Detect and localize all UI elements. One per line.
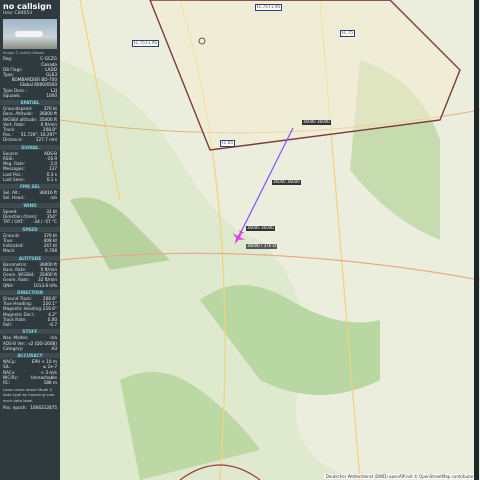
map-attribution[interactable]: Deutscher Wetterdienst (DWD) openAIP.net… (323, 474, 478, 479)
field-value: -34 / -57 °C (32, 219, 57, 225)
field-value: -0.7 (48, 321, 57, 327)
detail-row: Category: A3 (0, 346, 60, 351)
field-value: 186 m (43, 379, 57, 385)
plane-image (15, 31, 43, 38)
panel-scrollbar[interactable] (474, 0, 479, 480)
field-value: 1000 (46, 92, 57, 98)
field-value: BOMBARDIER BD-700 Global 6000/6500 (11, 77, 57, 88)
section-header[interactable]: ACCURACY (0, 352, 60, 359)
aircraft-photo[interactable] (3, 19, 57, 50)
info-row: Squawk: 1000 (0, 93, 60, 98)
field-value: n/a (50, 195, 57, 201)
field-label: Distance: (3, 137, 23, 143)
pos-epoch-row: Pos. epoch: 1666212875 (3, 404, 57, 410)
info-rows: Reg: C-GCZG Canada DB Flags: LADD Type: GL63 BO… (0, 56, 60, 98)
detail-row: Distance: 127.7 nmi (0, 137, 60, 142)
field-label: TAT / OAT: (3, 219, 24, 225)
detail-row: Sel. Head.: n/a (0, 195, 60, 200)
field-value: 0.1 s (46, 176, 57, 182)
field-label: Squawk: (3, 92, 21, 98)
field-value: 0.708 (45, 248, 57, 254)
info-row: BOMBARDIER BD-700 Global 6000/6500 (0, 77, 60, 87)
trail-label: 36000 36000 (272, 179, 301, 185)
field-label: Mach: (3, 248, 16, 254)
detail-row: TAT / OAT: -34 / -57 °C (0, 219, 60, 224)
airspace-label: FL 65 (220, 140, 235, 147)
trail-label: 36000 36000 (246, 225, 275, 231)
detail-row: QNH: 1013.6 hPa (0, 283, 60, 288)
section-header[interactable]: FMS SEL (0, 184, 60, 190)
section-header[interactable]: STUFF (0, 329, 60, 335)
detail-row: Mach: 0.708 (0, 248, 60, 253)
section-header[interactable]: WIND (0, 202, 60, 208)
airspace-label: FL 75 (340, 30, 355, 37)
section-header[interactable]: SPEED (0, 226, 60, 232)
detail-sections: SPATIAL Groundspeed: 376 kt Baro. Altitude:… (0, 100, 60, 385)
field-label: QNH: (3, 282, 14, 288)
field-label: Roll: (3, 321, 13, 327)
field-label: RC: (3, 379, 11, 385)
map-view[interactable]: 36000 36000 36000 36000 36000 36000 3600… (60, 0, 480, 480)
airspace-label: FL 75 FL 95 (255, 4, 283, 11)
field-value: 1013.6 hPa (33, 282, 57, 288)
detail-row: Last Seen: 0.1 s (0, 177, 60, 182)
field-value: 127.7 nmi (35, 137, 57, 143)
airspace-label: FL 75 FL 95 (132, 40, 160, 47)
trail-label: 36000 36000 (302, 119, 331, 125)
field-label: Category: (3, 345, 24, 351)
section-header[interactable]: SPATIAL (0, 100, 60, 106)
callsign-title: no callsign (3, 2, 52, 11)
footer-note: Learn more about Mode S data type by hov… (3, 387, 55, 403)
field-label: Reg: (3, 56, 13, 62)
aircraft-info-panel: no callsign Hex: C84053 Image © Ashley W… (0, 0, 60, 480)
hex-code: Hex: C84053 (3, 11, 33, 16)
field-value: A3 (51, 345, 57, 351)
field-label: Sel. Head.: (3, 195, 26, 201)
section-header[interactable]: SIGNAL (0, 144, 60, 150)
section-header[interactable]: ALTITUDE (0, 255, 60, 261)
section-header[interactable]: DIRECTION (0, 289, 60, 295)
detail-row: Roll: -0.7 (0, 322, 60, 327)
aircraft-label[interactable]: 36000 / 376 kt (246, 243, 278, 249)
field-label: Last Seen: (3, 176, 25, 182)
